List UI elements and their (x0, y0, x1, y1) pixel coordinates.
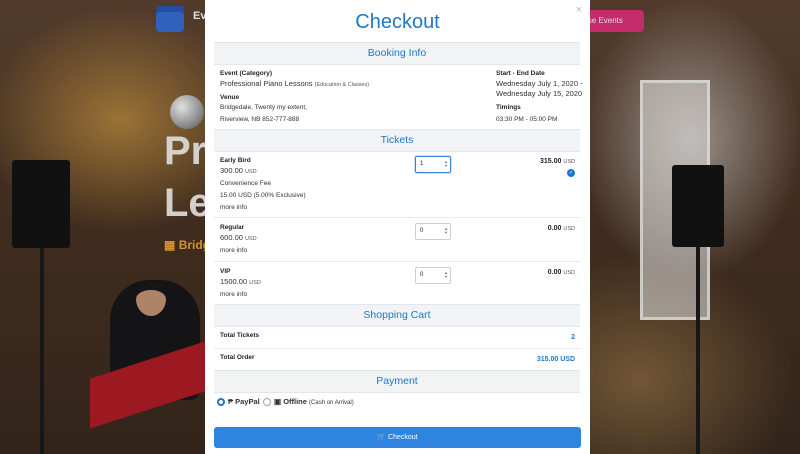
convenience-fee-value: 15.00 USD (5.00% Exclusive) (220, 192, 306, 199)
quantity-select[interactable]: 0 ▲ ▼ (415, 223, 451, 240)
ticket-price-value: 300.00 (220, 166, 243, 175)
quantity-value: 0 (420, 228, 424, 234)
ticket-price: 1500.00 USD (220, 277, 261, 286)
paypal-icon: ₱ (228, 397, 234, 406)
timings-label: Timings (496, 104, 521, 111)
ticket-total: 0.00 USD (548, 225, 575, 232)
offline-label: Offline (283, 397, 307, 406)
paypal-label: PayPal (235, 397, 260, 406)
quantity-value: 0 (420, 272, 424, 278)
ticket-total-value: 0.00 (547, 225, 562, 232)
spinner-icon[interactable]: ▲ ▼ (444, 271, 448, 279)
checkout-modal: × Checkout Booking Info Event (Category)… (205, 0, 590, 454)
total-tickets-label: Total Tickets (220, 332, 260, 339)
convenience-fee-label: Convenience Fee (220, 180, 271, 187)
venue-line1: Bridgedale, Twenty my extent, (220, 104, 307, 111)
event-name: Professional Piano Lessons (220, 79, 313, 88)
ticket-total: 315.00 USD (540, 158, 575, 165)
divider (214, 261, 580, 262)
ticket-price-value: 1500.00 (220, 277, 248, 286)
ticket-price: 600.00 USD (220, 233, 257, 242)
offline-radio[interactable] (263, 398, 271, 406)
shopping-cart-header: Shopping Cart (214, 304, 580, 327)
check-circle-icon: ✓ (567, 169, 575, 177)
paypal-radio[interactable] (217, 398, 225, 406)
checkout-button-label: Checkout (388, 434, 418, 441)
modal-title: Checkout (355, 11, 440, 33)
tickets-header: Tickets (214, 129, 580, 152)
total-order-value: 315.00 USD (536, 356, 575, 363)
paypal-option[interactable]: ₱ PayPal (228, 397, 260, 406)
divider (214, 217, 580, 218)
venue-label: Venue (220, 94, 240, 101)
dates-label: Start - End Date (496, 70, 545, 77)
more-info-link[interactable]: more info (220, 247, 247, 254)
spinner-icon[interactable]: ▲ ▼ (444, 160, 448, 168)
ticket-total-currency: USD (563, 270, 575, 276)
ticket-total-value: 315.00 (540, 158, 562, 165)
ticket-name: Early Bird (220, 157, 251, 164)
quantity-value: 1 (420, 161, 424, 167)
event-label: Event (Category) (220, 70, 273, 77)
quantity-select[interactable]: 1 ▲ ▼ (415, 156, 451, 173)
total-order-label: Total Order (220, 354, 255, 361)
checkout-button[interactable]: 🛒 Checkout (214, 427, 581, 448)
start-date: Wednesday July 1, 2020 - (496, 79, 583, 88)
event-name-row: Professional Piano Lessons (Education & … (220, 79, 369, 88)
more-info-link[interactable]: more info (220, 204, 247, 211)
ticket-price: 300.00 USD (220, 166, 257, 175)
more-info-link[interactable]: more info (220, 291, 247, 298)
cart-icon: 🛒 (377, 434, 387, 441)
divider (214, 348, 580, 349)
ticket-total-value: 0.00 (547, 269, 562, 276)
offline-note: (Cash on Arrival) (309, 400, 354, 406)
total-tickets-value: 2 (571, 334, 575, 341)
ticket-price-currency: USD (249, 280, 261, 286)
ticket-total-currency: USD (563, 159, 575, 165)
ticket-price-currency: USD (245, 236, 257, 242)
ticket-name: VIP (220, 268, 231, 275)
ticket-name: Regular (220, 224, 245, 231)
ticket-total: 0.00 USD (548, 269, 575, 276)
venue-line2: Riverview, NB 852-777-888 (220, 116, 300, 123)
timings-value: 03:30 PM - 05:00 PM (496, 116, 558, 123)
ticket-price-value: 600.00 (220, 233, 243, 242)
quantity-select[interactable]: 0 ▲ ▼ (415, 267, 451, 284)
spinner-icon[interactable]: ▲ ▼ (444, 227, 448, 235)
event-category: (Education & Classes) (314, 82, 370, 88)
cash-icon: ▣ (274, 397, 282, 406)
booking-info-header: Booking Info (214, 42, 580, 65)
end-date: Wednesday July 15, 2020 (496, 89, 583, 98)
ticket-total-currency: USD (563, 226, 575, 232)
payment-header: Payment (214, 370, 580, 393)
ticket-price-currency: USD (245, 169, 257, 175)
offline-option[interactable]: ▣ Offline (Cash on Arrival) (274, 397, 354, 406)
